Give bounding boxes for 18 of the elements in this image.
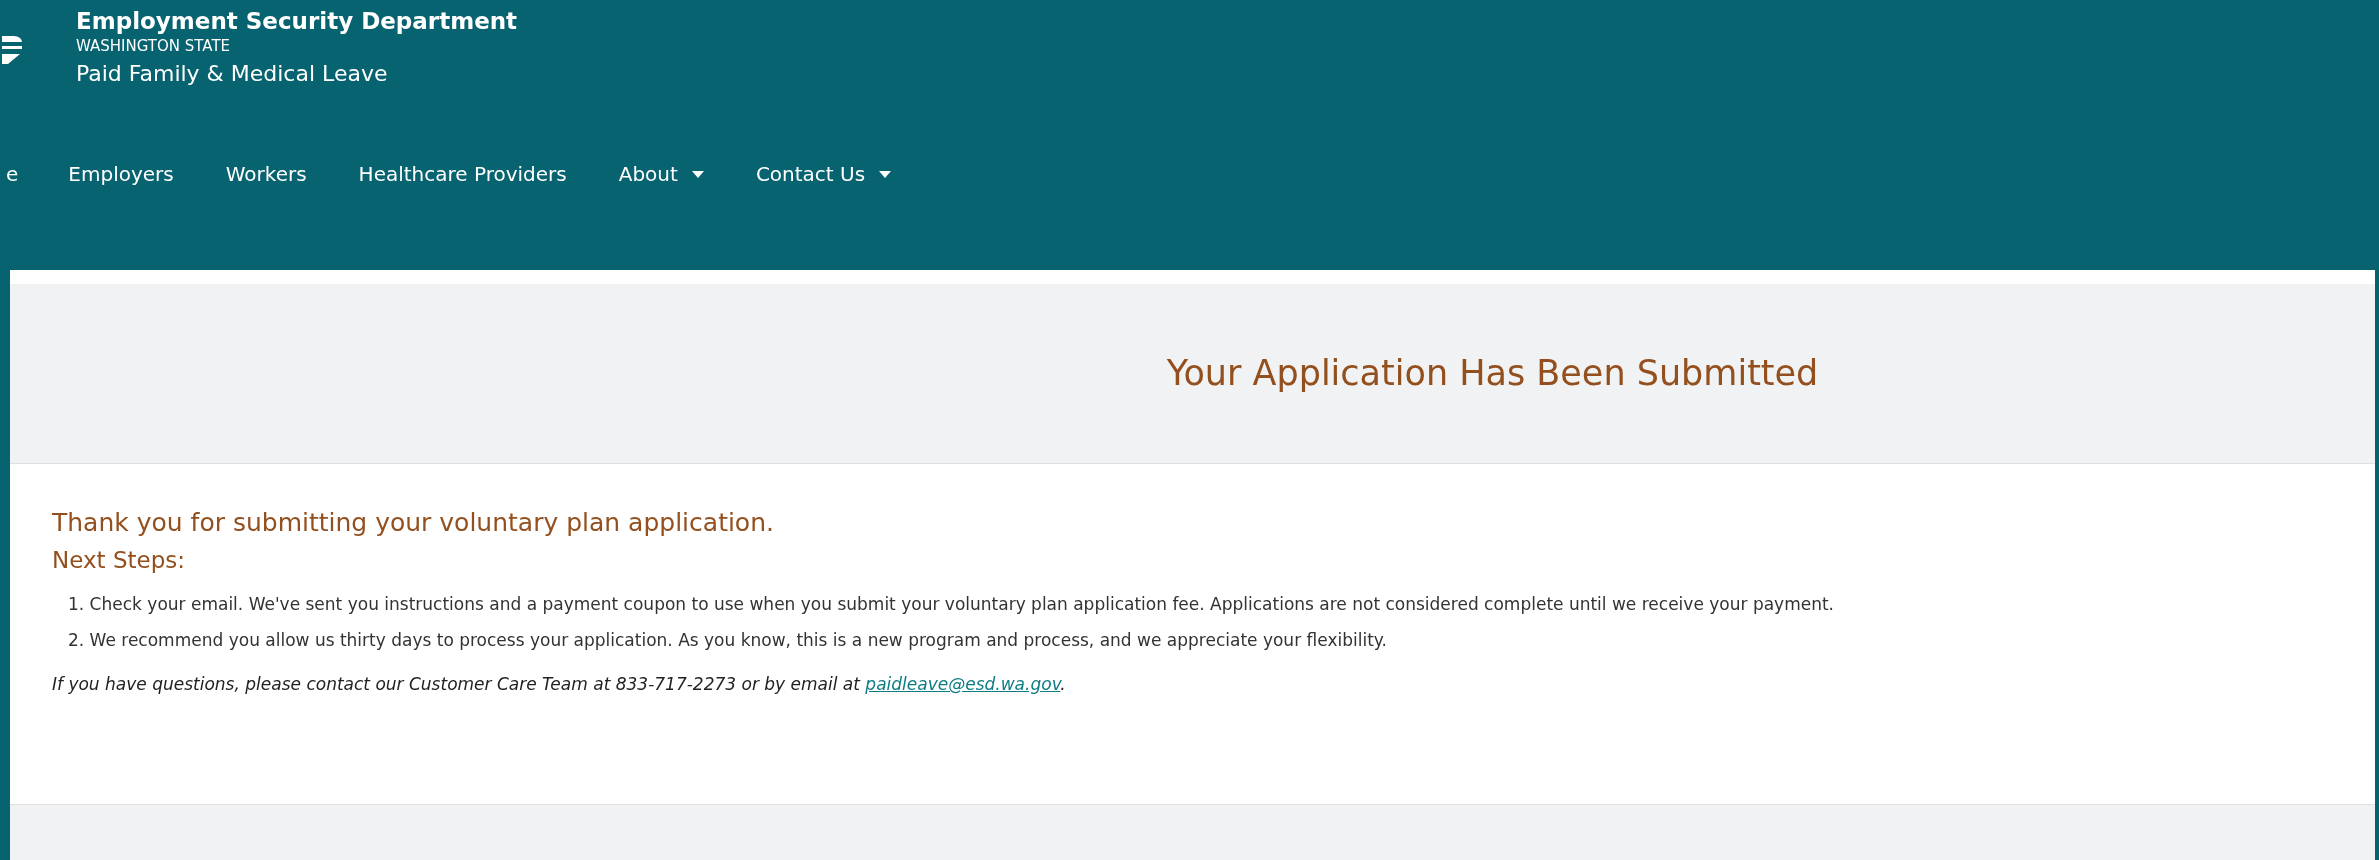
next-steps-heading: Next Steps: xyxy=(52,546,186,575)
state-name: WASHINGTON STATE xyxy=(76,36,232,56)
contact-note: If you have questions, please contact our Customer Care Team at 833-717-2273 or by email at paidleave@esd.wa.gov. xyxy=(52,673,1067,696)
thanks-message: Thank you for submitting your voluntary plan application. xyxy=(52,507,775,539)
email-link[interactable]: paidleave@esd.wa.gov xyxy=(865,674,1061,694)
caret-icon xyxy=(879,170,892,178)
nav-link[interactable]: Workers xyxy=(225,159,307,189)
page-title: Your Application Has Been Submitted xyxy=(1166,352,1819,396)
caret-icon xyxy=(691,170,704,178)
step-text: 1. Check your email. We've sent you instructions and a payment coupon to use when you submit your voluntary plan application fee. Applications are not considered complete until we receive your payment. xyxy=(68,593,1836,616)
agency-name: Employment Security Department xyxy=(76,7,518,36)
nav-link[interactable]: Healthcare Providers xyxy=(358,159,567,189)
program-name: Paid Family & Medical Leave xyxy=(76,60,389,88)
step-text: 2. We recommend you allow us thirty days to process your application. As you know, this is a new program and process, and we appreciate your flexibility. xyxy=(68,629,1388,652)
nav-link[interactable]: Contact Us xyxy=(755,159,892,189)
nav-link[interactable]: e xyxy=(6,159,19,189)
nav-link[interactable]: Employers xyxy=(68,159,174,189)
nav-link[interactable]: About xyxy=(618,159,704,189)
